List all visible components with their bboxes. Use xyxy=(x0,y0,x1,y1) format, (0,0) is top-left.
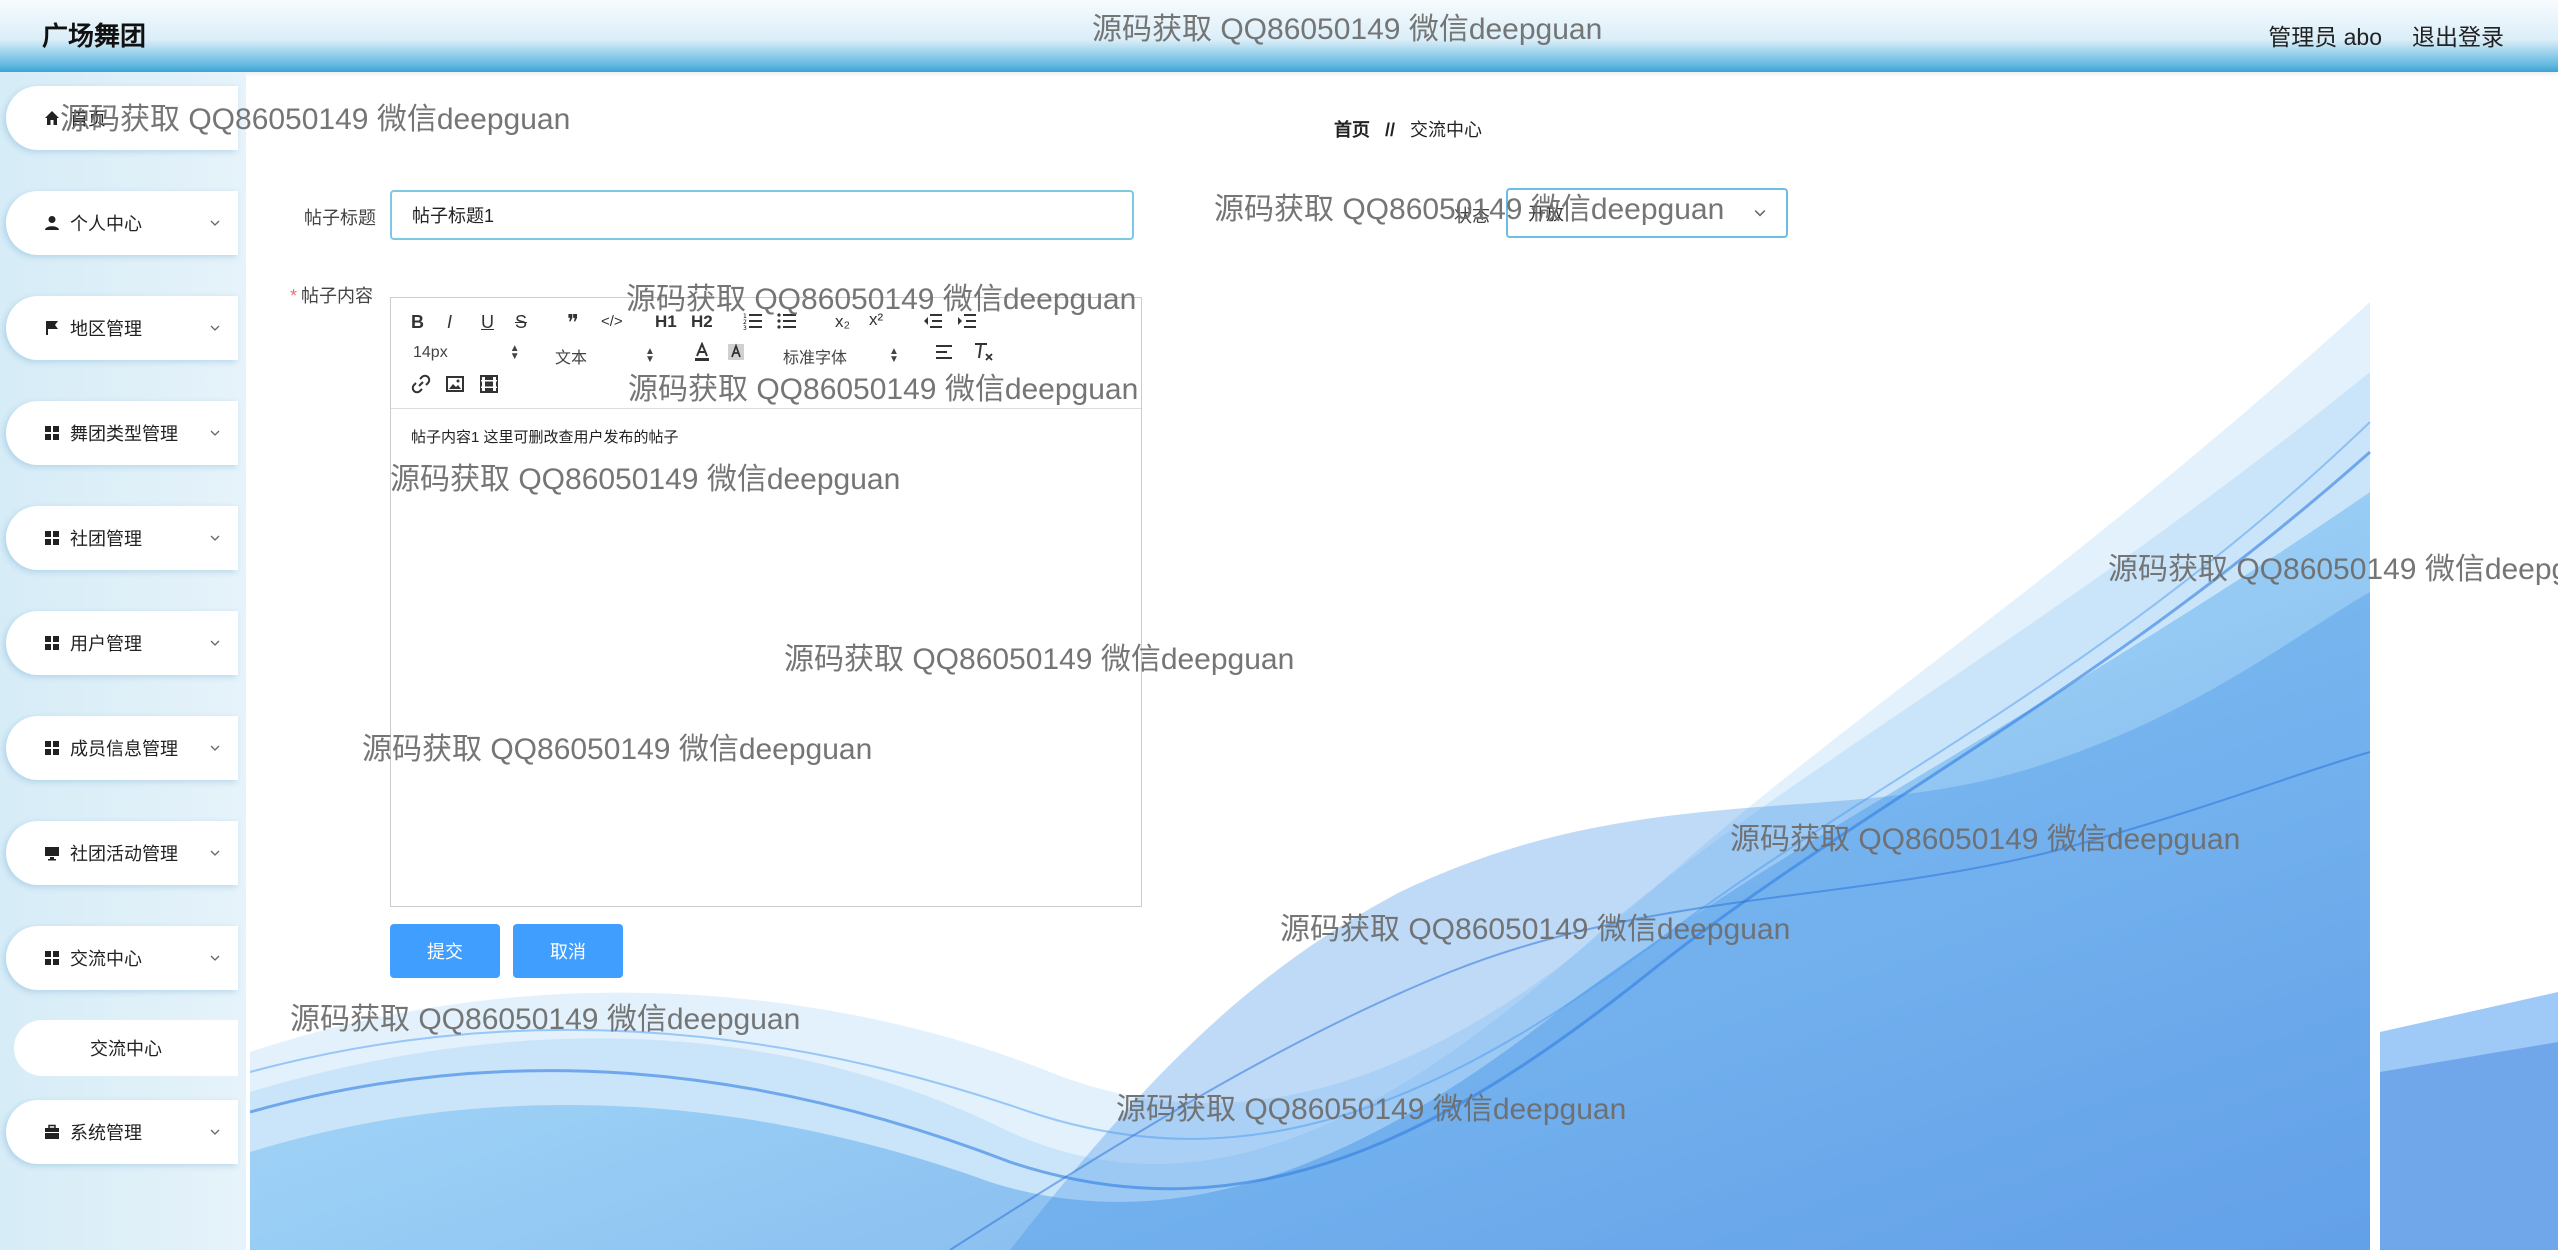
user-icon xyxy=(44,215,60,231)
app-title: 广场舞团 xyxy=(42,21,147,51)
grid-icon xyxy=(44,635,60,651)
text-color-icon[interactable] xyxy=(693,342,711,362)
content-label-text: 帖子内容 xyxy=(301,286,374,306)
sidebar-item-dance-type[interactable]: 舞团类型管理 xyxy=(6,401,238,465)
home-icon xyxy=(44,110,60,126)
chevron-down-icon xyxy=(210,430,220,436)
watermark: 源码获取 QQ86050149 微信deepguan xyxy=(1214,193,1725,226)
image-icon[interactable] xyxy=(445,374,465,394)
strike-button[interactable]: S xyxy=(515,312,527,333)
link-icon[interactable] xyxy=(411,374,431,394)
sidebar-item-label: 个人中心 xyxy=(70,214,142,234)
logout-button[interactable]: 退出登录 xyxy=(2412,18,2504,52)
sidebar-item-label: 地区管理 xyxy=(70,319,142,339)
sidebar-subitem-forum[interactable]: 交流中心 xyxy=(14,1020,238,1076)
watermark: 源码获取 QQ86050149 微信deepguan xyxy=(1280,913,1791,946)
clear-format-icon[interactable] xyxy=(973,342,995,362)
watermark: 源码获取 QQ86050149 微信deepguan xyxy=(290,1003,801,1036)
submit-button[interactable]: 提交 xyxy=(390,924,500,978)
watermark: 源码获取 QQ86050149 微信deepguan xyxy=(1116,1093,1627,1126)
watermark: 源码获取 QQ86050149 微信deepguan xyxy=(362,733,873,766)
cancel-button[interactable]: 取消 xyxy=(513,924,623,978)
header-value: 文本 xyxy=(555,350,588,367)
sidebar-item-activities[interactable]: 社团活动管理 xyxy=(6,821,238,885)
sidebar-item-club[interactable]: 社团管理 xyxy=(6,506,238,570)
chevron-down-icon xyxy=(210,955,220,961)
sidebar-item-personal-center[interactable]: 个人中心 xyxy=(6,191,238,255)
briefcase-icon xyxy=(44,1124,60,1140)
chevron-down-icon xyxy=(210,640,220,646)
chevron-down-icon xyxy=(210,1129,220,1135)
watermark: 源码获取 QQ86050149 微信deepguan xyxy=(60,103,571,136)
sidebar-item-users[interactable]: 用户管理 xyxy=(6,611,238,675)
watermark: 源码获取 QQ86050149 微信deepguan xyxy=(1092,13,1603,46)
sidebar-item-system[interactable]: 系统管理 xyxy=(6,1100,238,1164)
grid-icon xyxy=(44,740,60,756)
chevron-down-icon xyxy=(210,325,220,331)
italic-button[interactable]: I xyxy=(447,312,452,333)
monitor-icon xyxy=(44,845,60,861)
video-icon[interactable] xyxy=(479,374,499,394)
sidebar-item-label: 交流中心 xyxy=(70,949,142,969)
watermark: 源码获取 QQ86050149 微信deepguan xyxy=(784,643,1295,676)
quote-button[interactable]: ❞ xyxy=(567,310,579,336)
sidebar-item-label: 系统管理 xyxy=(70,1123,142,1143)
grid-icon xyxy=(44,950,60,966)
post-title-input[interactable] xyxy=(390,190,1134,240)
sidebar-item-label: 舞团类型管理 xyxy=(70,424,178,444)
bold-button[interactable]: B xyxy=(411,312,424,333)
sidebar-item-label: 社团活动管理 xyxy=(70,844,178,864)
main-content: 首页 // 交流中心 帖子标题 状态 开放 *帖子内容 B I U S ❞ </… xyxy=(250,72,2558,1250)
required-mark: * xyxy=(290,286,298,306)
title-label: 帖子标题 xyxy=(304,208,376,228)
sidebar-item-label: 用户管理 xyxy=(70,634,142,654)
background-color-icon[interactable] xyxy=(727,342,745,362)
watermark: 源码获取 QQ86050149 微信deepguan xyxy=(1730,823,2241,856)
editor-content[interactable]: 帖子内容1 这里可删改查用户发布的帖子 xyxy=(411,426,679,447)
grid-icon xyxy=(44,530,60,546)
font-size-select[interactable]: 14px ▲ ▼ xyxy=(413,344,520,362)
sidebar-item-members[interactable]: 成员信息管理 xyxy=(6,716,238,780)
font-size-value: 14px xyxy=(413,344,448,361)
sidebar-item-forum[interactable]: 交流中心 xyxy=(6,926,238,990)
sidebar-item-label: 成员信息管理 xyxy=(70,739,178,759)
grid-icon xyxy=(44,425,60,441)
breadcrumb-home[interactable]: 首页 xyxy=(1334,120,1370,140)
align-icon[interactable] xyxy=(935,344,955,360)
chevron-down-icon xyxy=(210,850,220,856)
sidebar-item-label: 社团管理 xyxy=(70,529,142,549)
content-label: * 帖子内容 xyxy=(290,282,373,308)
sidebar: 首页 个人中心 地区管理 舞团类型管理 社团管理 用户管理 成员信息管理 社团活… xyxy=(0,72,246,1250)
flag-icon xyxy=(44,320,60,336)
chevron-down-icon xyxy=(210,220,220,226)
watermark: 源码获取 QQ86050149 微信deepguan xyxy=(626,283,1137,316)
watermark: 源码获取 QQ86050149 微信deepguan xyxy=(390,463,901,496)
watermark: 源码获取 QQ86050149 微信deepguan xyxy=(628,373,1139,406)
sidebar-item-region[interactable]: 地区管理 xyxy=(6,296,238,360)
watermark: 源码获取 QQ86050149 微信deepguan xyxy=(2108,553,2558,586)
breadcrumb-separator: // xyxy=(1385,120,1396,140)
chevron-down-icon xyxy=(210,745,220,751)
svg-text:3: 3 xyxy=(743,325,747,330)
user-menu: 管理员 abo 退出登录 xyxy=(2268,18,2504,52)
breadcrumb: 首页 // 交流中心 xyxy=(1334,116,1482,142)
underline-button[interactable]: U xyxy=(481,312,494,333)
chevron-down-icon xyxy=(1754,210,1766,217)
breadcrumb-current: 交流中心 xyxy=(1410,120,1483,140)
chevron-down-icon xyxy=(210,535,220,541)
code-button[interactable]: </> xyxy=(601,313,623,330)
admin-label[interactable]: 管理员 abo xyxy=(2268,18,2382,52)
